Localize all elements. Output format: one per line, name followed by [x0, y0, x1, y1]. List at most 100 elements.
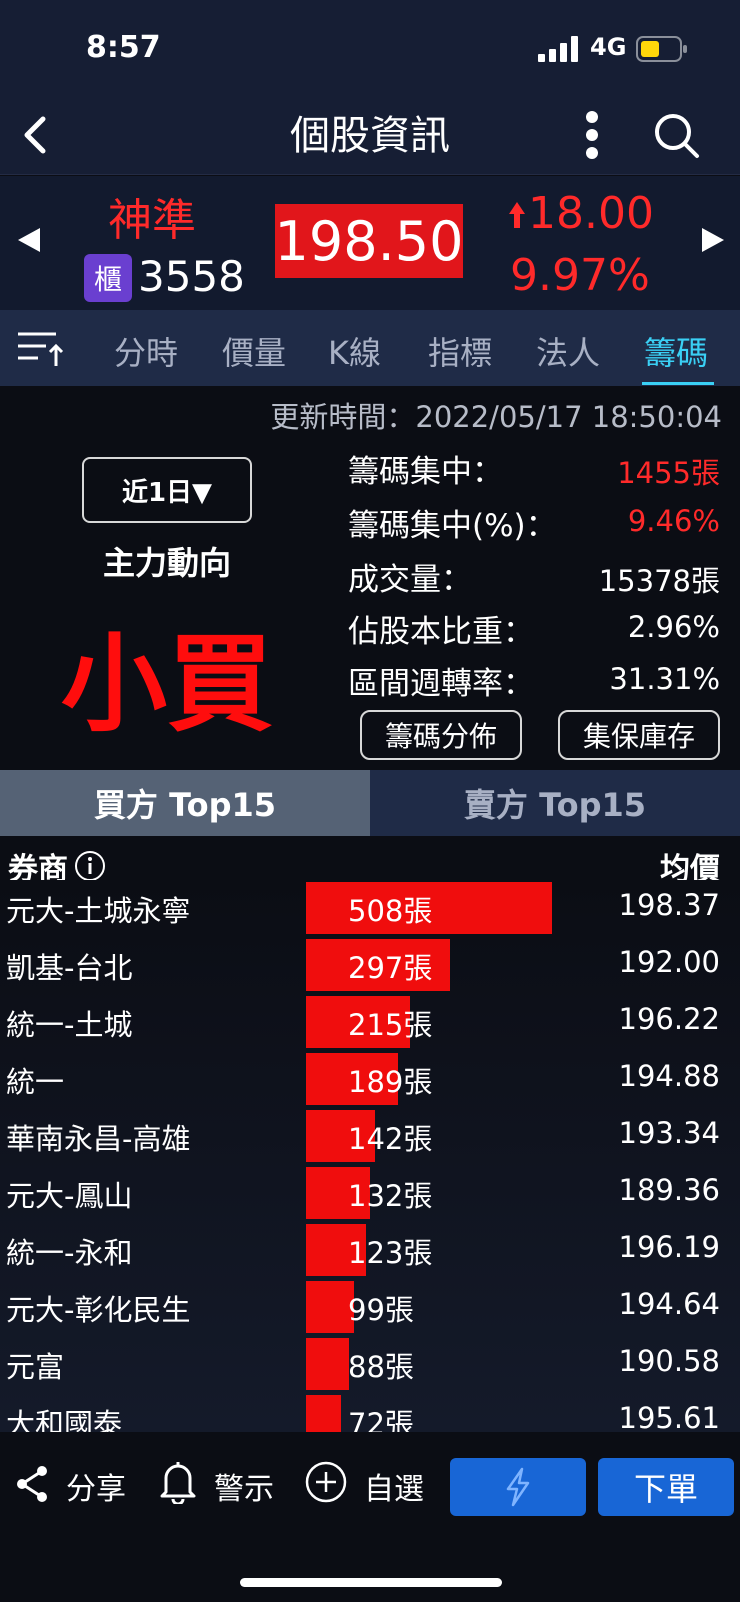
price-change: 18.00: [528, 188, 654, 239]
tab-timeshare[interactable]: 分時: [114, 328, 178, 374]
stat-value-capital-ratio: 2.96%: [627, 610, 720, 644]
place-order-button[interactable]: 下單: [598, 1458, 734, 1516]
tab-price-volume[interactable]: 價量: [222, 328, 286, 374]
add-circle-icon[interactable]: [304, 1460, 348, 1504]
broker-list: 元大-土城永寧 508張 198.37 凱基-台北 297張 192.00 統一-土城 215…: [0, 880, 740, 1432]
broker-row[interactable]: 元富 88張 190.58: [0, 1336, 740, 1392]
stat-value-concentration: 1455張: [617, 456, 720, 490]
search-icon: [655, 114, 699, 158]
broker-name: 大和國泰: [6, 1407, 123, 1432]
broker-quantity: 132張: [348, 1179, 433, 1213]
broker-avg-price: 194.64: [618, 1287, 720, 1321]
more-button[interactable]: [570, 107, 614, 163]
watchlist-button[interactable]: 自選: [364, 1464, 424, 1508]
broker-avg-price: 198.37: [618, 888, 720, 922]
market-badge: 櫃: [84, 254, 132, 302]
broker-avg-price: 193.34: [618, 1116, 720, 1150]
broker-row[interactable]: 元大-彰化民生 99張 194.64: [0, 1279, 740, 1335]
stock-code: 3558: [138, 252, 245, 301]
update-time: 更新時間：2022/05/17 18:50:04: [270, 400, 722, 434]
stock-header: 神準 櫃 3558 198.50 18.00 9.97%: [0, 176, 740, 310]
broker-quantity: 142張: [348, 1122, 433, 1156]
tab-chips[interactable]: 籌碼: [644, 328, 708, 374]
broker-avg-price: 195.61: [618, 1401, 720, 1432]
back-button[interactable]: [12, 107, 56, 163]
broker-name: 元大-彰化民生: [6, 1293, 191, 1327]
status-time: 8:57: [86, 30, 161, 65]
share-button[interactable]: 分享: [66, 1464, 126, 1508]
broker-row[interactable]: 華南永昌-高雄 142張 193.34: [0, 1108, 740, 1164]
broker-avg-price: 190.58: [618, 1344, 720, 1378]
broker-quantity: 72張: [348, 1407, 414, 1432]
tab-institutional[interactable]: 法人: [536, 328, 600, 374]
stat-value-turnover: 31.31%: [609, 662, 720, 696]
period-dropdown[interactable]: 近1日▼: [82, 457, 252, 523]
prev-stock-arrow-icon[interactable]: [14, 220, 44, 260]
broker-row[interactable]: 凱基-台北 297張 192.00: [0, 937, 740, 993]
stat-value-concentration-pct: 9.46%: [627, 504, 720, 538]
broker-name: 元大-土城永寧: [6, 894, 191, 928]
broker-avg-price: 189.36: [618, 1173, 720, 1207]
main-force-label: 主力動向: [102, 544, 231, 582]
tab-kline[interactable]: K線: [328, 328, 381, 374]
tab-bar: 分時 價量 K線 指標 法人 籌碼: [0, 310, 740, 386]
up-arrow-icon: [509, 202, 525, 228]
broker-quantity: 189張: [348, 1065, 433, 1099]
broker-name: 統一-永和: [6, 1236, 133, 1270]
broker-name: 元富: [6, 1350, 65, 1384]
broker-avg-price: 192.00: [618, 945, 720, 979]
broker-row[interactable]: 統一-永和 123張 196.19: [0, 1222, 740, 1278]
nav-bar: 個股資訊: [0, 95, 740, 175]
broker-name: 元大-鳳山: [6, 1179, 133, 1213]
broker-row[interactable]: 大和國泰 72張 195.61: [0, 1393, 740, 1432]
seller-top15-tab[interactable]: 賣方 Top15: [370, 770, 740, 836]
broker-row[interactable]: 統一-土城 215張 196.22: [0, 994, 740, 1050]
sort-menu-icon[interactable]: [16, 328, 64, 368]
custody-inventory-button[interactable]: 集保庫存: [558, 710, 720, 760]
broker-name: 統一-土城: [6, 1008, 133, 1042]
page-title: 個股資訊: [290, 113, 450, 159]
broker-row[interactable]: 元大-鳳山 132張 189.36: [0, 1165, 740, 1221]
stat-label-volume: 成交量：: [348, 562, 472, 598]
stat-label-turnover: 區間週轉率：: [348, 666, 534, 702]
broker-name: 統一: [6, 1065, 65, 1099]
cellular-signal-icon: [538, 36, 578, 62]
broker-name: 凱基-台北: [6, 951, 133, 985]
status-bar: 8:57 4G: [0, 0, 740, 95]
stock-price: 198.50: [275, 204, 463, 278]
broker-avg-price: 194.88: [618, 1059, 720, 1093]
bottom-toolbar: 分享 警示 自選 下單: [0, 1432, 740, 1602]
lightning-icon: [506, 1467, 530, 1507]
broker-volume-bar: [306, 1281, 354, 1333]
chip-distribution-button[interactable]: 籌碼分佈: [360, 710, 522, 760]
broker-volume-bar: [306, 1395, 341, 1432]
price-change-percent: 9.97%: [510, 250, 650, 301]
broker-volume-bar: [306, 1338, 349, 1390]
tab-indicators[interactable]: 指標: [428, 328, 492, 374]
search-button[interactable]: [648, 107, 704, 163]
quick-order-button[interactable]: [450, 1458, 586, 1516]
stat-value-volume: 15378張: [598, 564, 720, 598]
broker-quantity: 215張: [348, 1008, 433, 1042]
battery-icon: [636, 36, 687, 62]
bell-icon[interactable]: [158, 1460, 198, 1504]
broker-quantity: 99張: [348, 1293, 414, 1327]
stat-label-concentration-pct: 籌碼集中(%)：: [348, 508, 557, 544]
home-indicator: [240, 1578, 502, 1587]
share-icon[interactable]: [14, 1464, 50, 1504]
next-stock-arrow-icon[interactable]: [698, 220, 728, 260]
broker-row[interactable]: 統一 189張 194.88: [0, 1051, 740, 1107]
broker-quantity: 508張: [348, 894, 433, 928]
broker-avg-price: 196.19: [618, 1230, 720, 1264]
network-type: 4G: [590, 33, 627, 61]
stat-label-concentration: 籌碼集中：: [348, 454, 503, 490]
active-tab-indicator: [642, 382, 714, 385]
broker-row[interactable]: 元大-土城永寧 508張 198.37: [0, 880, 740, 936]
stat-label-capital-ratio: 佔股本比重：: [348, 614, 534, 650]
broker-avg-price: 196.22: [618, 1002, 720, 1036]
alert-button[interactable]: 警示: [214, 1464, 274, 1508]
info-icon[interactable]: [74, 850, 106, 882]
buyer-top15-tab[interactable]: 買方 Top15: [0, 770, 370, 836]
broker-quantity: 88張: [348, 1350, 414, 1384]
main-force-value: 小買: [61, 623, 273, 746]
